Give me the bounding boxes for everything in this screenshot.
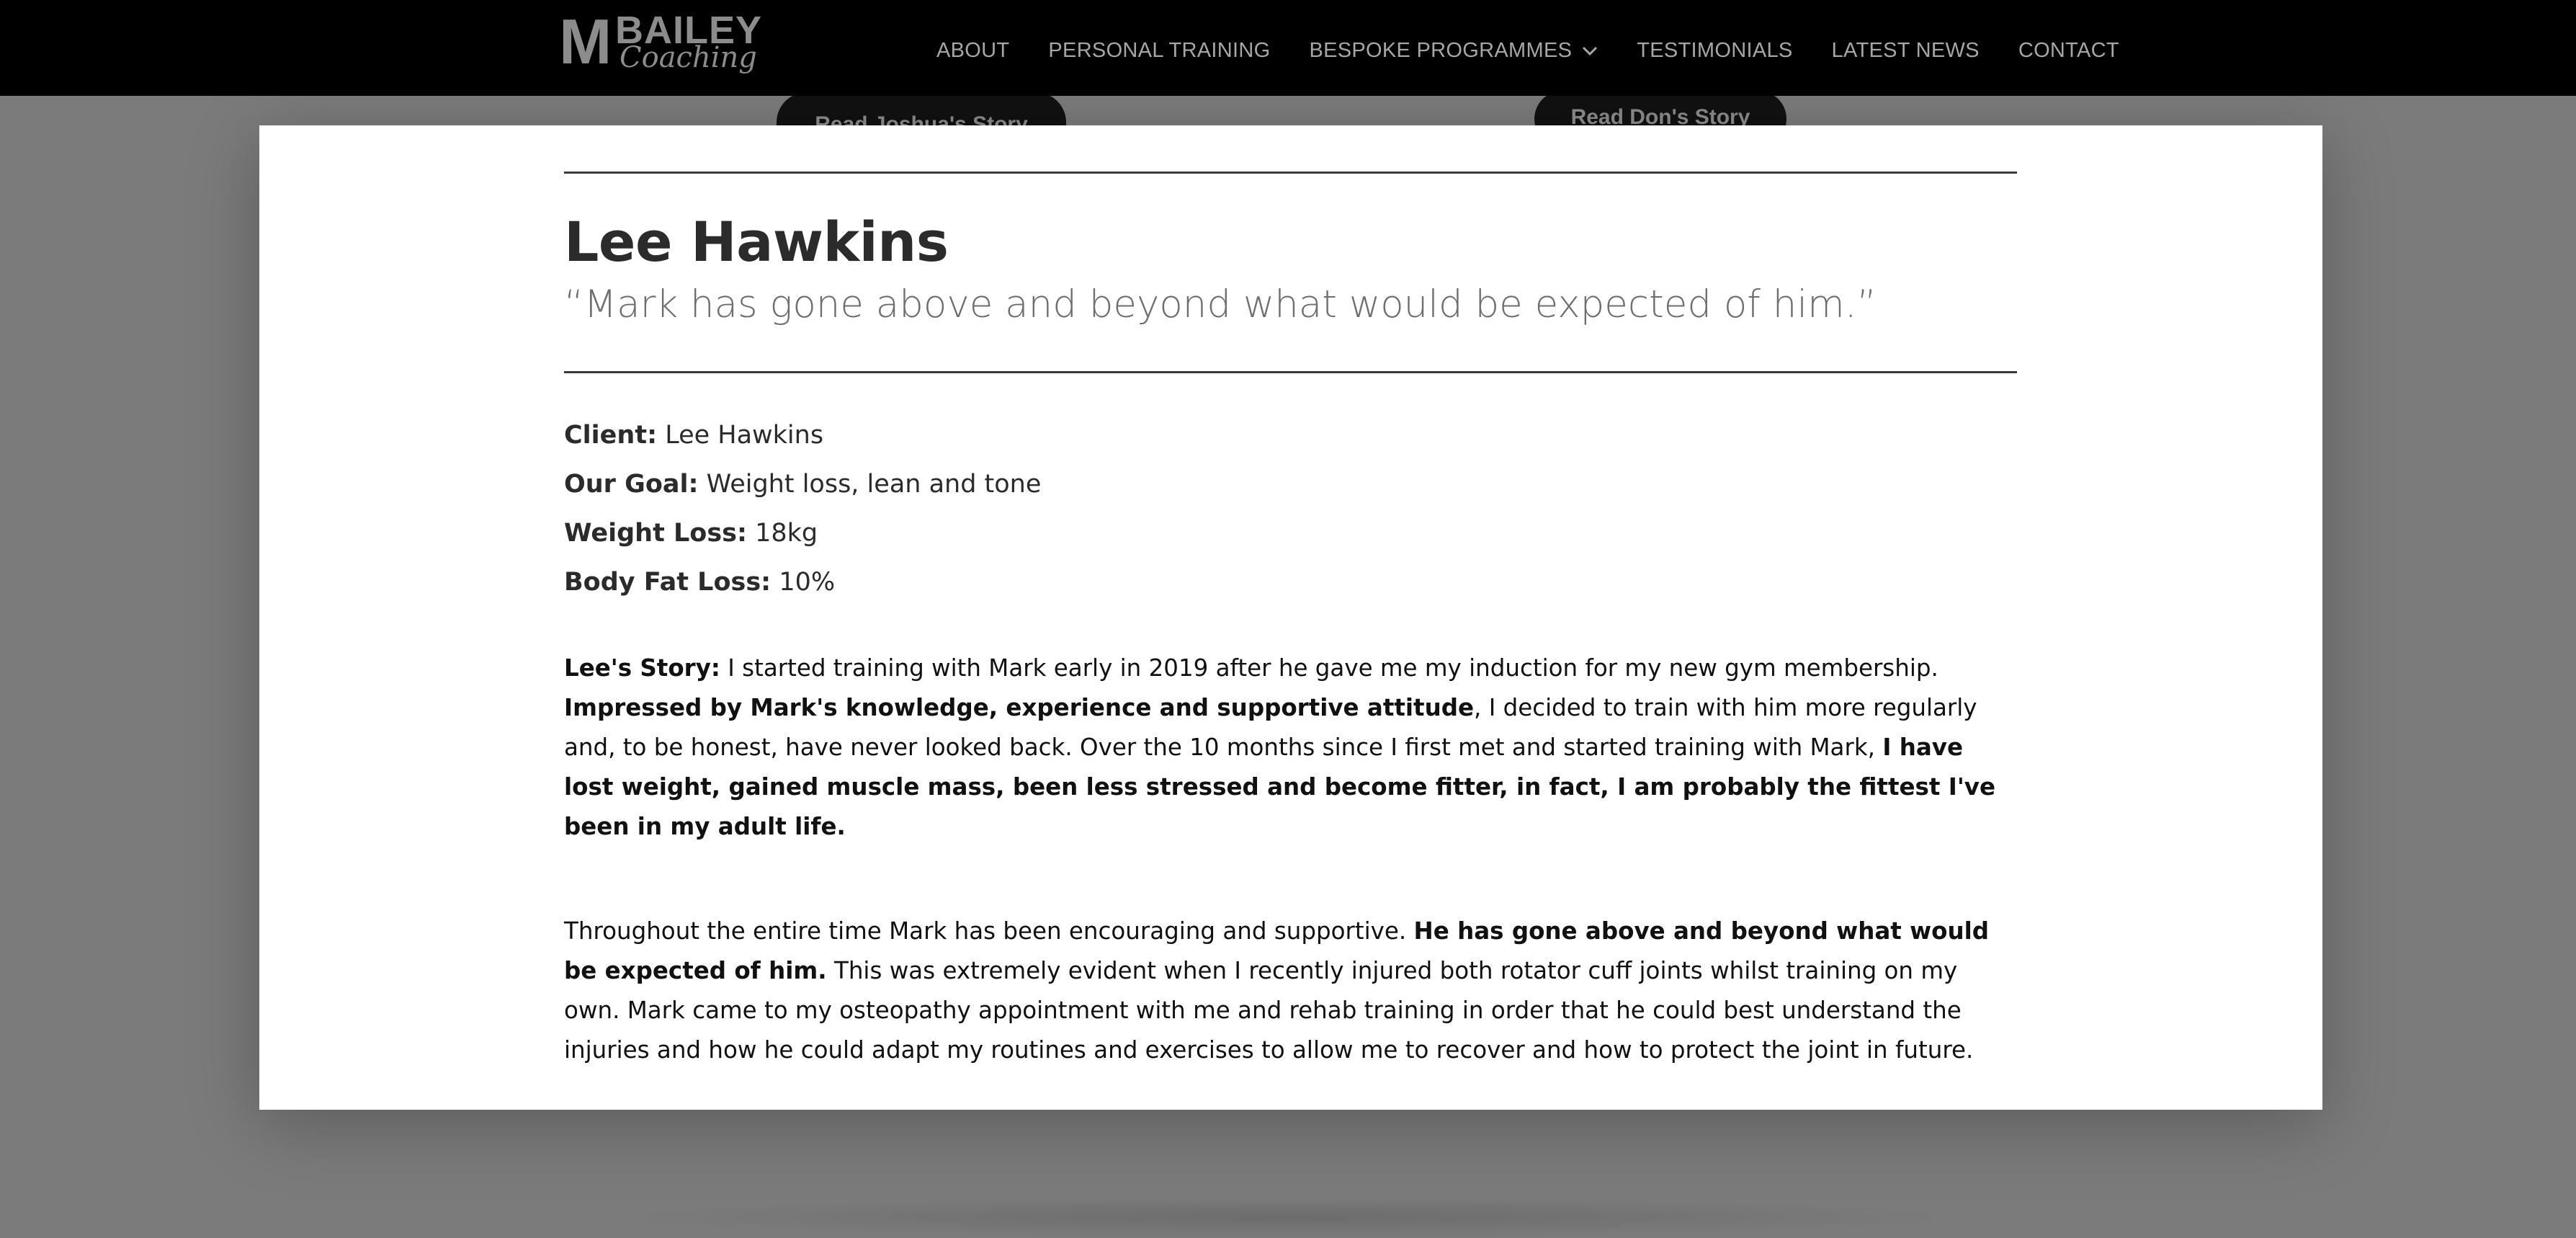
detail-client-value: Lee Hawkins (657, 421, 824, 450)
nav-item-contact[interactable]: CONTACT (2018, 39, 2119, 63)
detail-body-fat-loss: Body Fat Loss: 10% (564, 558, 2017, 607)
nav-item-latest-news[interactable]: LATEST NEWS (1832, 39, 1980, 63)
story-p2-text-1: Throughout the entire time Mark has been… (564, 917, 1414, 945)
site-header: M BAILEY Coaching ABOUT PERSONAL TRAININ… (0, 0, 2576, 96)
top-divider (564, 172, 2017, 174)
client-name-heading: Lee Hawkins (564, 210, 949, 274)
detail-body-fat-loss-value: 10% (771, 568, 836, 597)
testimonial-modal: Lee Hawkins “Mark has gone above and bey… (259, 125, 2322, 1110)
logo-coaching: Coaching (620, 41, 757, 74)
nav-item-bespoke-programmes-label: BESPOKE PROGRAMMES (1309, 39, 1573, 62)
story-paragraph-2: Throughout the entire time Mark has been… (564, 912, 2017, 1070)
testimonial-content: Lee Hawkins “Mark has gone above and bey… (564, 172, 2017, 1070)
story-p1-text-1: I started training with Mark early in 20… (720, 654, 1938, 682)
detail-weight-loss-label: Weight Loss: (564, 519, 747, 548)
detail-client: Client: Lee Hawkins (564, 411, 2017, 460)
nav-item-testimonials[interactable]: TESTIMONIALS (1637, 39, 1792, 63)
client-quote: “Mark has gone above and beyond what wou… (564, 282, 1877, 326)
detail-client-label: Client: (564, 421, 658, 450)
detail-weight-loss: Weight Loss: 18kg (564, 509, 2017, 558)
nav-item-about[interactable]: ABOUT (936, 39, 1009, 63)
quote-divider (564, 371, 2017, 373)
story-label: Lee's Story: (564, 654, 720, 682)
nav-item-bespoke-programmes[interactable]: BESPOKE PROGRAMMES (1309, 39, 1598, 63)
detail-body-fat-loss-label: Body Fat Loss: (564, 568, 772, 597)
story-paragraph-1: Lee's Story: I started training with Mar… (564, 649, 2017, 847)
detail-goal-value: Weight loss, lean and tone (698, 470, 1042, 499)
story-p1-bold-1: Impressed by Mark's knowledge, experienc… (564, 694, 1475, 721)
logo-m: M (559, 6, 612, 77)
main-nav: ABOUT PERSONAL TRAINING BESPOKE PROGRAMM… (936, 39, 2119, 63)
bailey-coaching-logo[interactable]: M BAILEY Coaching (559, 6, 761, 77)
nav-item-personal-training[interactable]: PERSONAL TRAINING (1048, 39, 1270, 63)
detail-goal: Our Goal: Weight loss, lean and tone (564, 460, 2017, 509)
chevron-down-icon (1583, 47, 1598, 56)
client-details: Client: Lee Hawkins Our Goal: Weight los… (564, 411, 2017, 607)
background-shadow (620, 1196, 1959, 1238)
detail-weight-loss-value: 18kg (747, 519, 818, 548)
detail-goal-label: Our Goal: (564, 470, 699, 499)
